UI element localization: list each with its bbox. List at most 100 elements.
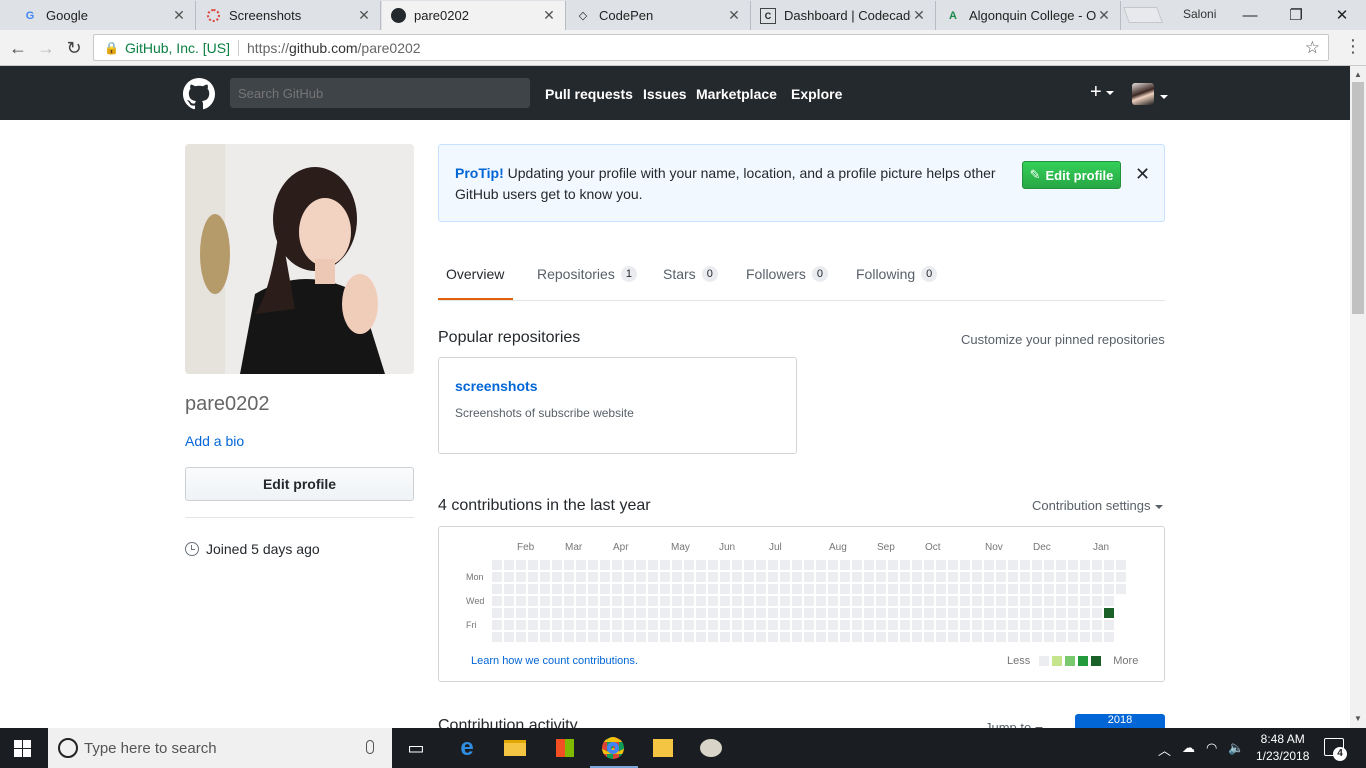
contribution-cell[interactable] [972, 560, 982, 570]
browser-tab-google[interactable]: G Google ✕ [14, 1, 196, 30]
contribution-cell[interactable] [1020, 608, 1030, 618]
contribution-cell[interactable] [888, 560, 898, 570]
contribution-cell[interactable] [552, 584, 562, 594]
contribution-cell[interactable] [564, 584, 574, 594]
contribution-cell[interactable] [504, 572, 514, 582]
contribution-cell[interactable] [540, 584, 550, 594]
contribution-cell[interactable] [1020, 560, 1030, 570]
contribution-cell[interactable] [720, 632, 730, 642]
browser-tab-codecademy[interactable]: C Dashboard | Codecader ✕ [752, 1, 936, 30]
contribution-cell[interactable] [864, 596, 874, 606]
contribution-cell[interactable] [492, 632, 502, 642]
nav-explore[interactable]: Explore [791, 86, 842, 102]
contribution-cell[interactable] [1080, 596, 1090, 606]
contribution-cell[interactable] [636, 608, 646, 618]
contribution-cell[interactable] [1008, 608, 1018, 618]
contribution-cell[interactable] [1044, 560, 1054, 570]
contribution-cell[interactable] [1104, 572, 1114, 582]
contribution-cell[interactable] [516, 620, 526, 630]
contribution-cell[interactable] [540, 608, 550, 618]
contribution-cell[interactable] [864, 608, 874, 618]
contribution-cell[interactable] [960, 620, 970, 630]
contribution-cell[interactable] [1092, 620, 1102, 630]
contribution-cell[interactable] [684, 572, 694, 582]
contribution-cell[interactable] [540, 620, 550, 630]
contribution-cell[interactable] [684, 620, 694, 630]
contribution-cell[interactable] [528, 620, 538, 630]
contribution-cell[interactable] [576, 632, 586, 642]
contribution-cell[interactable] [696, 572, 706, 582]
contribution-cell[interactable] [852, 620, 862, 630]
contribution-cell[interactable] [936, 608, 946, 618]
contribution-cell[interactable] [1056, 620, 1066, 630]
contribution-cell[interactable] [912, 608, 922, 618]
contribution-cell[interactable] [648, 584, 658, 594]
contribution-cell[interactable] [816, 584, 826, 594]
contribution-cell[interactable] [528, 632, 538, 642]
browser-tab-codepen[interactable]: ◇ CodePen ✕ [567, 1, 751, 30]
contribution-cell[interactable] [780, 572, 790, 582]
contribution-cell[interactable] [1092, 584, 1102, 594]
contribution-cell[interactable] [996, 572, 1006, 582]
menu-icon[interactable]: ⋮ [1344, 36, 1362, 57]
contribution-cell[interactable] [492, 596, 502, 606]
contribution-cell[interactable] [1116, 572, 1126, 582]
contribution-cell[interactable] [588, 608, 598, 618]
contribution-cell[interactable] [768, 632, 778, 642]
contribution-cell[interactable] [864, 560, 874, 570]
close-tab-icon[interactable]: ✕ [541, 7, 557, 24]
contribution-cell[interactable] [792, 632, 802, 642]
contribution-cell[interactable] [1032, 584, 1042, 594]
contribution-cell[interactable] [708, 584, 718, 594]
contribution-cell[interactable] [624, 608, 634, 618]
contribution-cell[interactable] [1044, 632, 1054, 642]
nav-issues[interactable]: Issues [643, 86, 687, 102]
contribution-cell[interactable] [504, 608, 514, 618]
contribution-cell[interactable] [696, 584, 706, 594]
contribution-cell[interactable] [576, 608, 586, 618]
address-bar[interactable]: 🔒 GitHub, Inc. [US] https://github.com/p… [93, 34, 1329, 61]
contribution-cell[interactable] [1008, 560, 1018, 570]
taskbar-clock[interactable]: 8:48 AM 1/23/2018 [1256, 731, 1309, 765]
contribution-cell[interactable] [588, 632, 598, 642]
contribution-cell[interactable] [984, 620, 994, 630]
contribution-cell[interactable] [900, 560, 910, 570]
contribution-cell[interactable] [948, 584, 958, 594]
volume-icon[interactable]: 🔈 [1228, 740, 1244, 756]
contribution-cell[interactable] [588, 584, 598, 594]
contribution-cell[interactable] [864, 620, 874, 630]
scroll-down-icon[interactable]: ▼ [1350, 714, 1366, 723]
contribution-cell[interactable] [996, 596, 1006, 606]
close-tab-icon[interactable]: ✕ [726, 7, 742, 24]
contribution-cell[interactable] [720, 620, 730, 630]
contribution-cell[interactable] [828, 560, 838, 570]
contribution-cell[interactable] [576, 560, 586, 570]
contribution-cell[interactable] [744, 632, 754, 642]
close-tab-icon[interactable]: ✕ [911, 7, 927, 24]
contribution-cell[interactable] [1116, 584, 1126, 594]
contribution-cell[interactable] [876, 608, 886, 618]
contribution-cell[interactable] [996, 632, 1006, 642]
contribution-cell[interactable] [960, 560, 970, 570]
repo-link[interactable]: screenshots [455, 378, 537, 394]
contribution-cell[interactable] [732, 632, 742, 642]
contribution-cell[interactable] [780, 620, 790, 630]
contribution-cell[interactable] [984, 632, 994, 642]
contribution-cell[interactable] [888, 584, 898, 594]
back-icon[interactable]: ← [6, 36, 30, 60]
contribution-cell[interactable] [516, 572, 526, 582]
contribution-cell[interactable] [948, 608, 958, 618]
contribution-cell[interactable] [708, 560, 718, 570]
contribution-cell[interactable] [1020, 572, 1030, 582]
contribution-cell[interactable] [720, 572, 730, 582]
contribution-cell[interactable] [996, 584, 1006, 594]
add-bio-link[interactable]: Add a bio [185, 433, 244, 449]
tab-following[interactable]: Following 0 [856, 266, 938, 282]
contribution-cell[interactable] [984, 572, 994, 582]
contribution-cell[interactable] [996, 620, 1006, 630]
contribution-cell[interactable] [960, 608, 970, 618]
contribution-cell[interactable] [636, 560, 646, 570]
contribution-cell[interactable] [624, 560, 634, 570]
contribution-cell[interactable] [504, 620, 514, 630]
contribution-cell[interactable] [900, 632, 910, 642]
